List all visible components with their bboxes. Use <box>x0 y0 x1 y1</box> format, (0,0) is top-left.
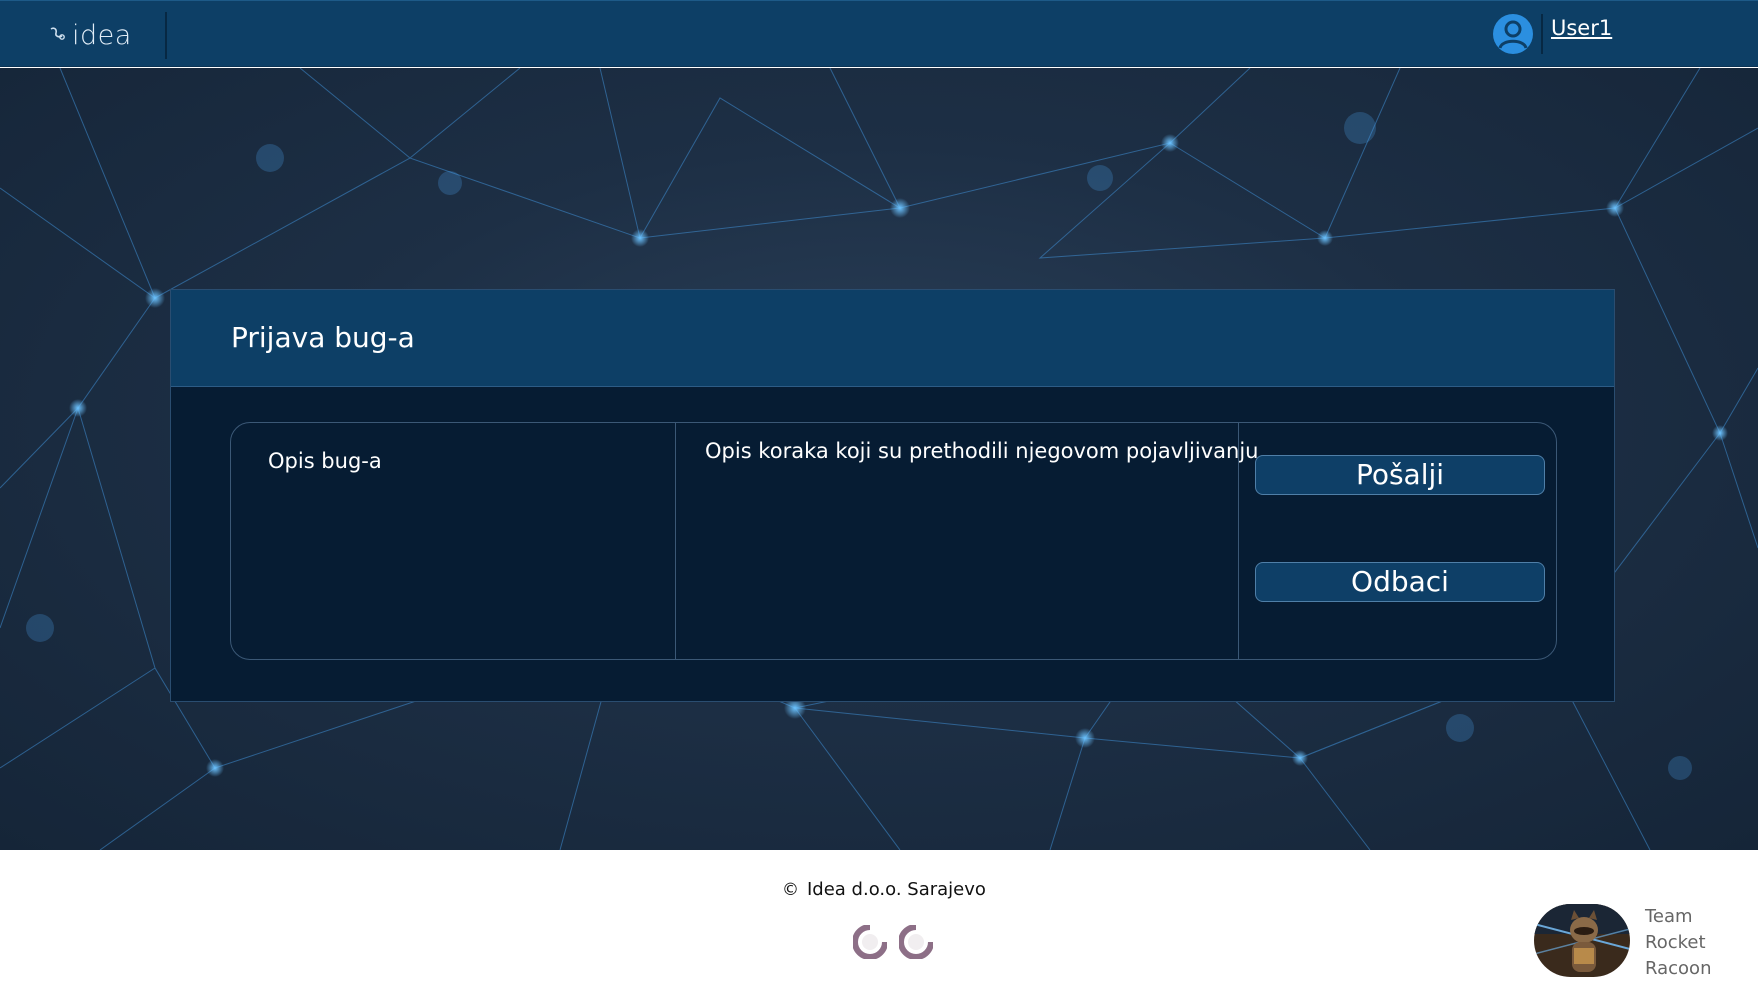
raccoon-avatar-icon <box>1534 904 1630 977</box>
badge-icon[interactable] <box>853 925 887 959</box>
team-credit: Team Rocket Racoon <box>1534 904 1711 982</box>
idea-logo-icon <box>50 27 65 40</box>
logo[interactable]: idea <box>48 19 132 51</box>
send-button[interactable]: Pošalji <box>1255 455 1545 495</box>
panel-title: Prijava bug-a <box>231 321 415 354</box>
panel-header: Prijava bug-a <box>171 290 1614 387</box>
badge-icon[interactable] <box>899 925 933 959</box>
bug-form: Opis bug-a Opis koraka koji su prethodil… <box>230 422 1557 660</box>
team-name: Team Rocket Racoon <box>1645 904 1711 982</box>
user-avatar-icon[interactable] <box>1492 13 1534 55</box>
logo-text: idea <box>72 19 132 51</box>
steps-description-label: Opis koraka koji su prethodili njegovom … <box>705 439 1259 463</box>
user-divider <box>1541 14 1543 54</box>
user-name-link[interactable]: User1 <box>1551 16 1612 40</box>
bug-description-field[interactable]: Opis bug-a <box>231 423 675 659</box>
team-line: Racoon <box>1645 958 1712 979</box>
bug-description-label: Opis bug-a <box>268 449 382 473</box>
team-line: Rocket <box>1645 932 1706 953</box>
discard-button[interactable]: Odbaci <box>1255 562 1545 602</box>
bug-report-panel: Prijava bug-a Opis bug-a Opis koraka koj… <box>170 289 1615 702</box>
top-bar: idea User1 <box>0 0 1758 67</box>
header-divider <box>165 12 167 59</box>
steps-description-field[interactable]: Opis koraka koji su prethodili njegovom … <box>676 423 1258 659</box>
team-line: Team <box>1645 906 1693 927</box>
copyright: © Idea d.o.o. Sarajevo <box>782 879 986 900</box>
copyright-text: Idea d.o.o. Sarajevo <box>807 879 986 900</box>
copyright-symbol: © <box>782 880 799 900</box>
badges <box>853 925 933 959</box>
footer: © Idea d.o.o. Sarajevo Team Rocket Racoo… <box>0 850 1758 989</box>
user-menu[interactable]: User1 <box>1492 13 1612 55</box>
